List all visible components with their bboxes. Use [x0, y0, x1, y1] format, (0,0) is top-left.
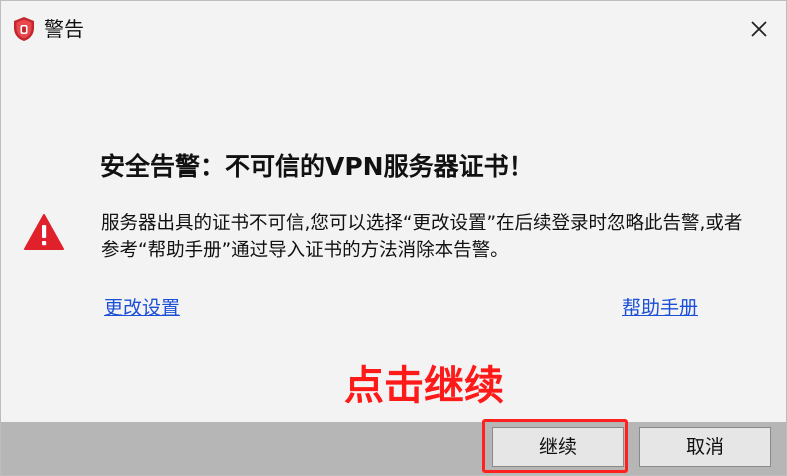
warning-triangle-icon	[23, 213, 65, 251]
change-settings-link[interactable]: 更改设置	[99, 293, 185, 320]
alert-headline: 安全告警：不可信的VPN服务器证书！	[100, 152, 534, 181]
window-title: 警告	[44, 17, 84, 41]
cancel-button[interactable]: 取消	[639, 427, 771, 467]
help-manual-link[interactable]: 帮助手册	[617, 293, 703, 320]
alert-message: 服务器出具的证书不可信,您可以选择“更改设置”在后续登录时忽略此告警,或者参考“…	[101, 213, 743, 261]
click-continue-annotation: 点击继续	[344, 363, 504, 409]
shield-icon	[12, 16, 36, 42]
close-icon[interactable]	[746, 16, 772, 42]
title-bar: 警告	[1, 1, 786, 59]
warning-dialog: 警告 安全告警：不可信的VPN服务器证书！ 服务器出具的证书不可信,您可以选择“…	[0, 0, 787, 476]
continue-button[interactable]: 继续	[492, 427, 624, 467]
